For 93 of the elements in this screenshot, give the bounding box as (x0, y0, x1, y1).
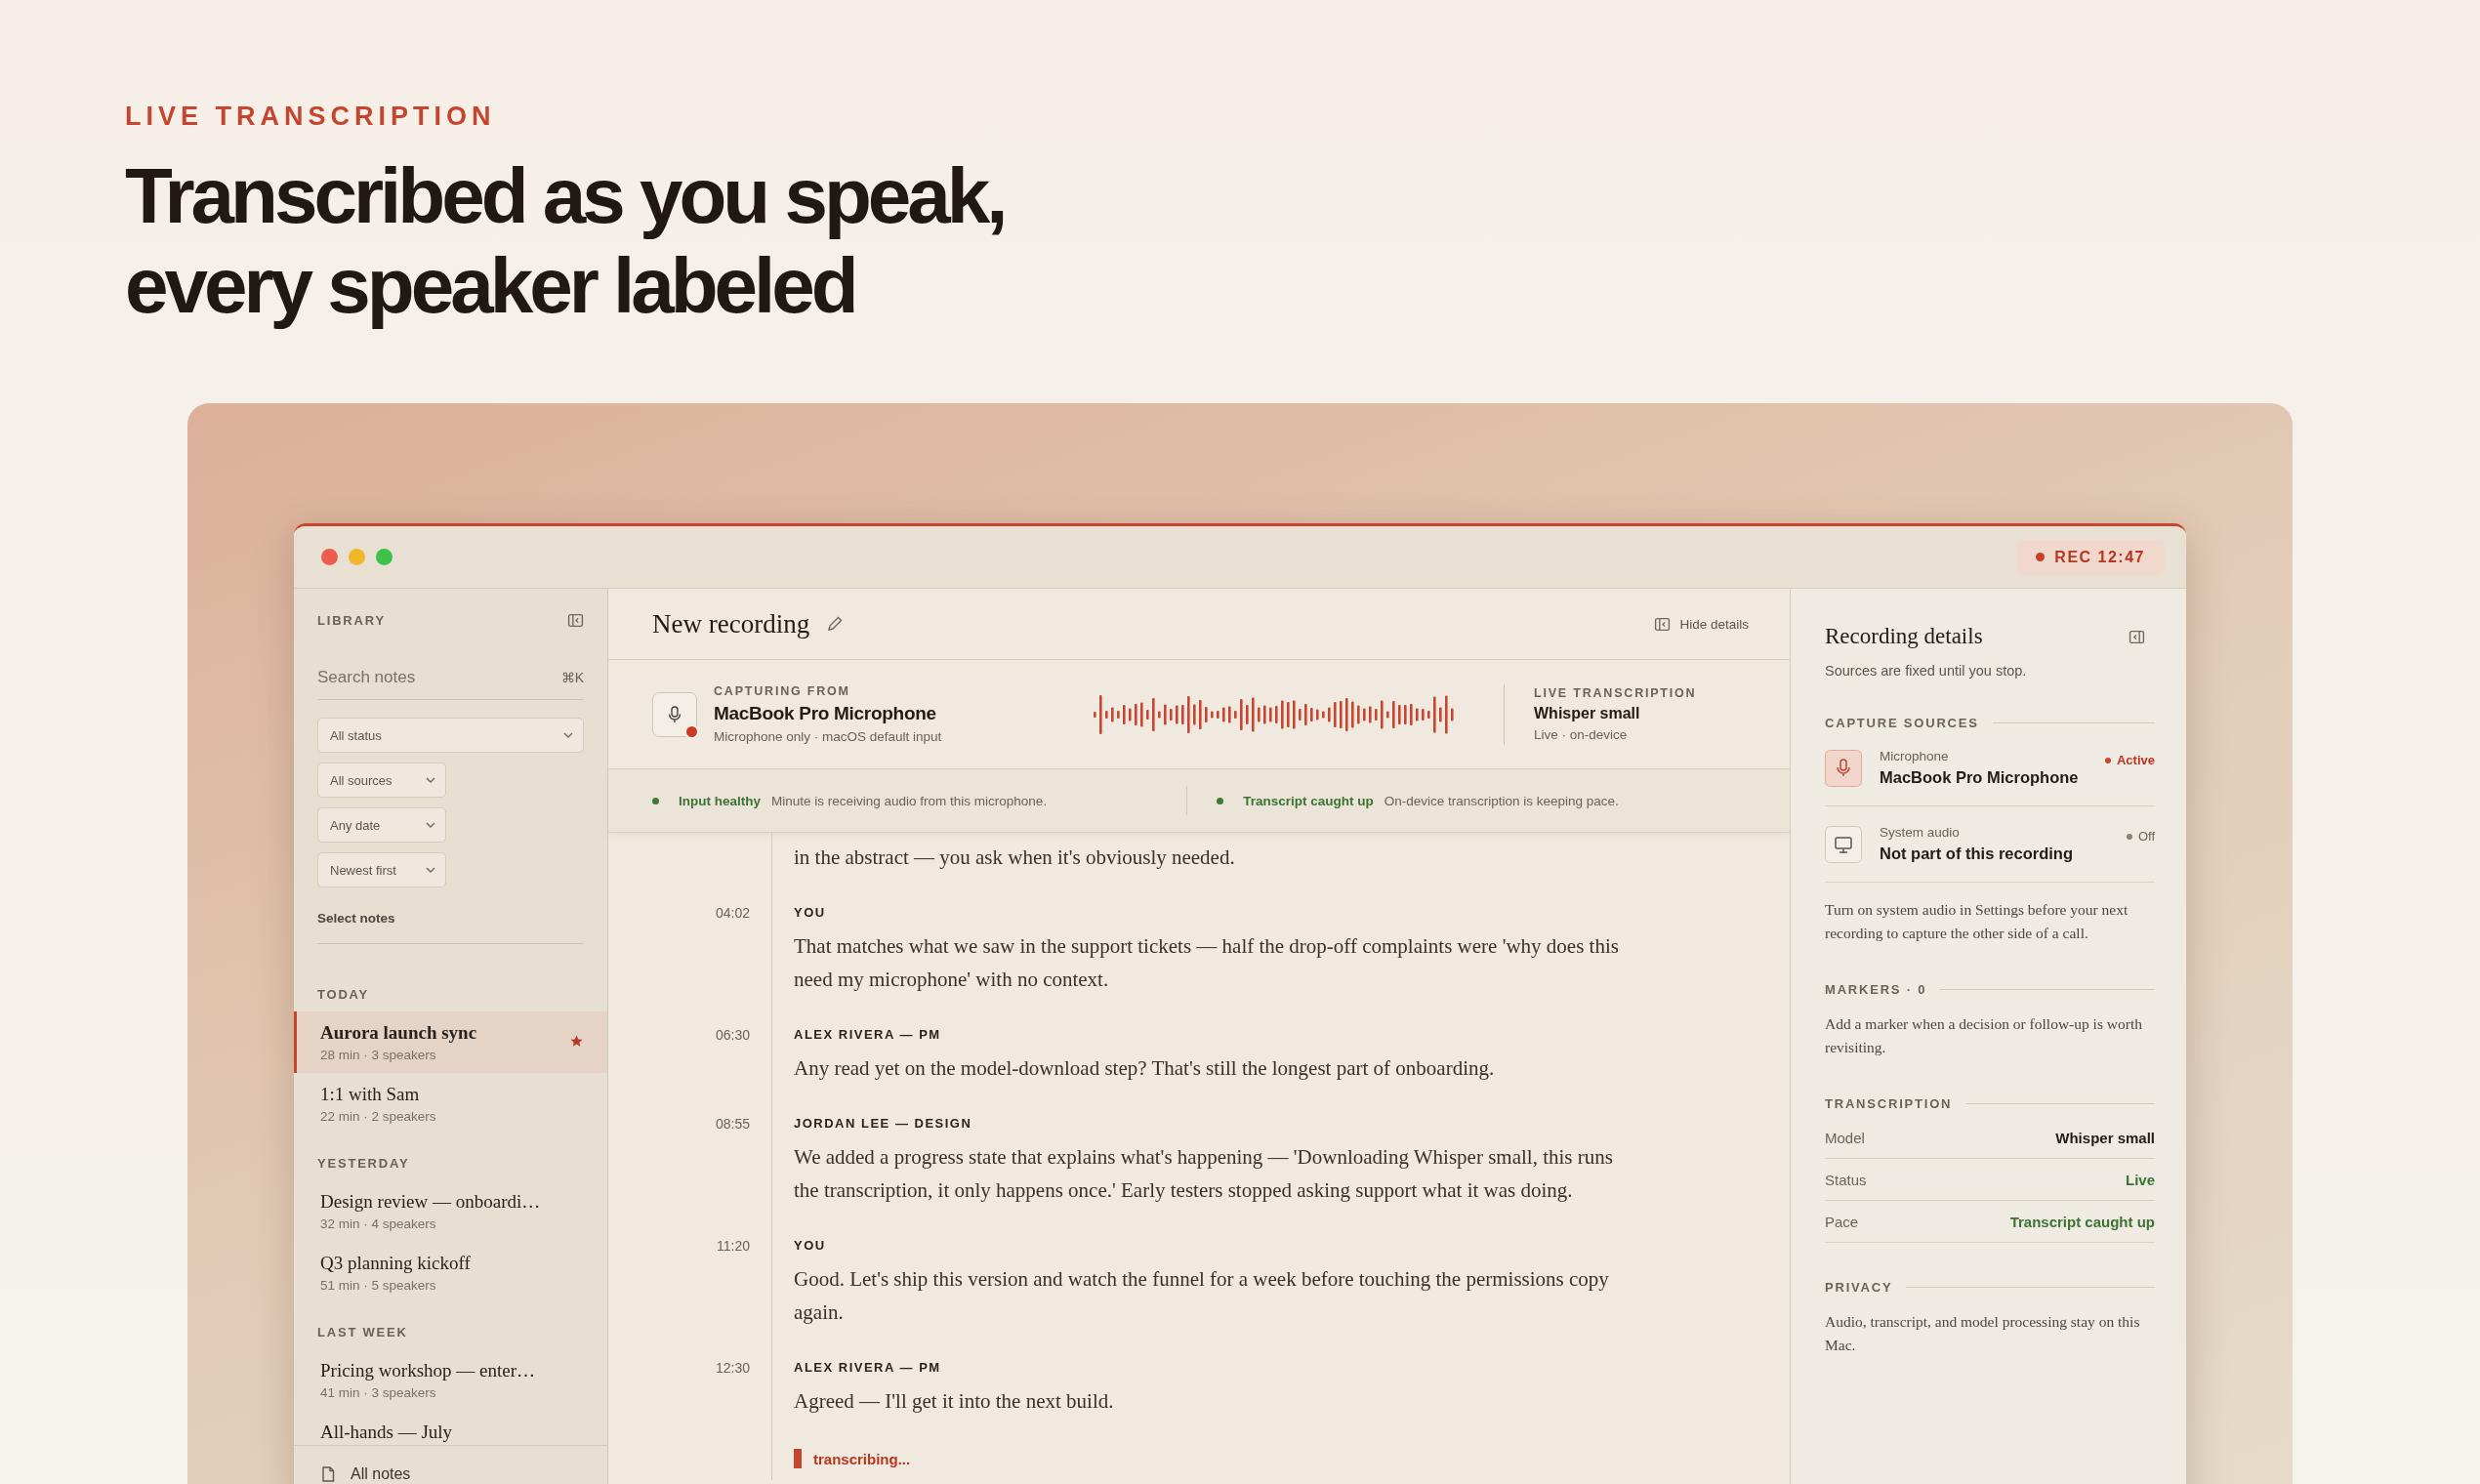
recording-badge: REC 12:47 (2016, 539, 2165, 575)
status-dot (652, 797, 659, 804)
speaker-label: ALEX RIVERA — PM (794, 1027, 942, 1042)
panel-title: Recording details (1825, 624, 1983, 649)
headline: Transcribed as you speak, every speaker labeled (125, 151, 1006, 331)
group-label: TODAY (316, 986, 371, 1004)
model-detail: Live · on-device (1534, 727, 1629, 742)
note-meta: 28 min · 3 speakers (320, 1048, 437, 1062)
note-item[interactable]: Q3 planning kickoff 51 min · 5 speakers (294, 1242, 607, 1303)
note-title: Pricing workshop — enter… (320, 1360, 536, 1381)
row-value: Whisper small (2055, 1130, 2155, 1146)
filter-dropdown[interactable]: Newest first (317, 852, 446, 887)
status-label: Transcript caught up (1243, 793, 1374, 808)
select-notes-link[interactable]: Select notes (317, 911, 584, 944)
status-text: On-device transcription is keeping pace. (1384, 793, 1619, 808)
source-status: Off (2126, 829, 2155, 844)
cursor-icon (794, 1449, 802, 1468)
filter-dropdown[interactable]: All sources (317, 763, 446, 798)
source-name: MacBook Pro Microphone (1880, 768, 2080, 787)
shortcut-hint: ⌘K (560, 670, 584, 685)
source-label: Microphone (1880, 749, 1950, 763)
section-note: Add a marker when a decision or follow-up is worth revisiting. (1825, 1014, 2143, 1057)
filter-dropdown[interactable]: Any date (317, 807, 446, 843)
source-status: Active (2104, 753, 2155, 767)
note-item[interactable]: 1:1 with Sam 22 min · 2 speakers (294, 1073, 607, 1134)
timestamp: 04:02 (715, 905, 750, 921)
panel-icon (1654, 615, 1672, 633)
transcript-text: in the abstract — you ask when it's obviously needed. (794, 845, 1236, 871)
transcript-text: Any read yet on the model-download step? That's still the longest part of onboarding. (794, 1055, 1496, 1082)
transcript-text: Good. Let's ship this version and watch the funnel for a week before touching the permissions copy again. (794, 1266, 1610, 1326)
timestamp: 06:30 (715, 1027, 750, 1043)
row-label: Status (1825, 1172, 1867, 1188)
section-note: Audio, transcript, and model processing stay on this Mac. (1825, 1312, 2141, 1355)
eyebrow-label: LIVE TRANSCRIPTION (125, 102, 497, 132)
note-meta: 51 min · 5 speakers (320, 1278, 437, 1293)
section-heading: PRIVACY (1825, 1280, 1893, 1295)
sidebar-toggle-icon[interactable] (567, 612, 584, 629)
note-title: Q3 planning kickoff (320, 1253, 471, 1274)
row-value: Transcript caught up (2009, 1214, 2155, 1230)
hide-details-button[interactable]: Hide details (1654, 615, 1749, 633)
row-value: Live (2126, 1172, 2155, 1188)
status-text: Minute is receiving audio from this microphone. (771, 793, 1048, 808)
status-label: Input healthy (679, 793, 761, 808)
microphone-icon (1825, 749, 1862, 787)
section-heading: MARKERS · 0 (1825, 982, 1927, 997)
note-title: Design review — onboardi… (320, 1191, 541, 1213)
close-button[interactable] (321, 549, 338, 565)
transcript-text: Agreed — I'll get it into the next build. (794, 1388, 1115, 1415)
all-notes-button[interactable]: All notes (294, 1445, 607, 1484)
source-name: Not part of this recording (1880, 845, 2074, 863)
note-title: 1:1 with Sam (320, 1084, 421, 1105)
section-heading: CAPTURE SOURCES (1825, 716, 1979, 730)
capture-label: CAPTURING FROM (714, 684, 851, 698)
note-item[interactable]: Design review — onboardi… 32 min · 4 speakers (294, 1180, 607, 1242)
section-note: Turn on system audio in Settings before your next recording to capture the other side of a call. (1825, 900, 2129, 943)
note-item[interactable]: All-hands — July (294, 1411, 607, 1445)
group-label: LAST WEEK (316, 1324, 409, 1341)
model-name: Whisper small (1534, 705, 1641, 722)
speaker-label: YOU (794, 905, 827, 920)
note-item[interactable]: Aurora launch sync 28 min · 3 speakers (294, 1011, 607, 1073)
timestamp: 11:20 (717, 1238, 750, 1254)
note-title: Aurora launch sync (320, 1022, 477, 1044)
transcript-text: That matches what we saw in the support tickets — half the drop-off complaints were 'why does this need my microphone' with no context. (794, 933, 1620, 993)
status-dot (1217, 797, 1224, 804)
speaker-label: YOU (794, 1238, 827, 1253)
source-label: System audio (1880, 825, 1961, 840)
device-detail: Microphone only · macOS default input (714, 729, 943, 744)
transcribing-status: transcribing... (813, 1450, 911, 1467)
document-icon (319, 1465, 337, 1483)
note-item[interactable]: Pricing workshop — enter… 41 min · 3 speakers (294, 1349, 607, 1411)
panel-subtitle: Sources are fixed until you stop. (1825, 663, 2028, 679)
group-label: YESTERDAY (316, 1155, 411, 1173)
timestamp: 08:55 (715, 1116, 750, 1132)
note-meta: 41 min · 3 speakers (320, 1385, 437, 1400)
timestamp: 12:30 (715, 1360, 750, 1376)
filter-dropdown[interactable]: All status (317, 718, 584, 753)
live-label: LIVE TRANSCRIPTION (1534, 686, 1697, 700)
recording-title: New recording (652, 608, 810, 639)
note-title: All-hands — July (320, 1422, 453, 1443)
section-heading: TRANSCRIPTION (1825, 1096, 1953, 1111)
speaker-label: JORDAN LEE — DESIGN (794, 1116, 973, 1131)
note-meta: 32 min · 4 speakers (320, 1216, 437, 1231)
speaker-label: ALEX RIVERA — PM (794, 1360, 942, 1375)
row-label: Model (1825, 1130, 1865, 1146)
row-label: Pace (1825, 1214, 1859, 1230)
transcript-text: We added a progress state that explains what's happening — 'Downloading Whisper small, this runs the transcription, it only happens once.' Early testers stopped asking support what it was doing. (794, 1144, 1614, 1204)
note-meta: 22 min · 2 speakers (320, 1109, 436, 1124)
sidebar-title: LIBRARY (317, 613, 386, 628)
collapse-panel-icon[interactable] (2129, 628, 2145, 645)
microphone-icon (652, 691, 697, 737)
search-field[interactable]: Search notes (317, 668, 513, 687)
device-name: MacBook Pro Microphone (714, 703, 937, 724)
monitor-icon (1825, 825, 1862, 863)
